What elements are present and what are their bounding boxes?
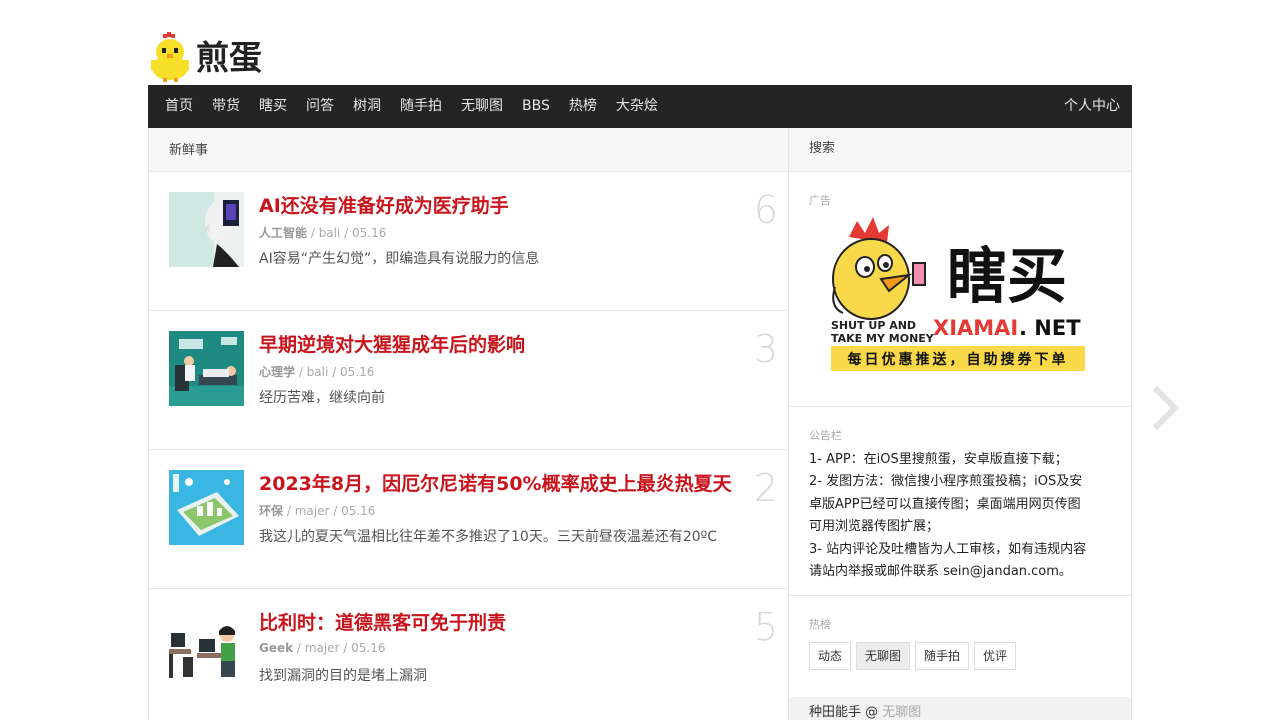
nav-item-treehole[interactable]: 树洞: [353, 85, 381, 128]
notice-line: 2- 发图方法：微信搜小程序煎蛋投稿；iOS及安: [809, 474, 1083, 490]
post-excerpt: 经历苦难，继续向前: [259, 390, 385, 406]
post-excerpt: AI容易“产生幻觉”，即编造具有说服力的信息: [259, 251, 540, 267]
chick-mascot-icon: [151, 32, 189, 82]
nav-item-snapshots[interactable]: 随手拍: [400, 85, 442, 128]
hot-widget: 热榜 动态 无聊图 随手拍 优评: [789, 596, 1131, 706]
post-author[interactable]: majer: [295, 504, 330, 518]
meta-sep: /: [329, 504, 342, 518]
post-meta: Geek / majer / 05.16: [259, 641, 386, 655]
ad-label: 广告: [809, 194, 831, 207]
post-tag[interactable]: 环保: [259, 504, 283, 518]
post-meta: 环保 / majer / 05.16: [259, 502, 375, 519]
post-item: 2023年8月，因厄尔尼诺有50%概率成史上最炎热夏天 环保 / majer /…: [149, 450, 788, 589]
ad-bubble-line2: TAKE MY MONEY: [831, 332, 935, 345]
post-thumbnail[interactable]: [169, 331, 244, 406]
hot-item-user: 种田能手: [809, 705, 862, 720]
ad-slogan: 每日优惠推送，自助搜券下单: [848, 351, 1069, 368]
sidebar: 搜索 广告 SHUT UP AND TAKE MY MONEY 瞎买 XIAMA…: [789, 128, 1132, 720]
hot-tab-top-comments[interactable]: 优评: [974, 642, 1017, 670]
hot-item-category[interactable]: 无聊图: [882, 705, 921, 720]
post-title[interactable]: 早期逆境对大猩猩成年后的影响: [259, 330, 525, 357]
post-date: 05.16: [352, 226, 387, 240]
post-author[interactable]: bali: [307, 365, 329, 379]
comment-count[interactable]: 3: [754, 327, 778, 371]
hot-list-item[interactable]: 种田能手 @ 无聊图: [789, 697, 1131, 720]
hot-tabs: 动态 无聊图 随手拍 优评: [809, 642, 1111, 670]
ad-domain: XIAMAI: [933, 316, 1018, 340]
nav-item-misc[interactable]: 大杂烩: [616, 85, 658, 128]
post-author[interactable]: majer: [305, 641, 340, 655]
nav-item-home[interactable]: 首页: [165, 85, 193, 128]
chevron-right-icon[interactable]: [1150, 385, 1180, 431]
post-date: 05.16: [351, 641, 386, 655]
main-column: 新鲜事 AI还没有准备好成为医疗助手 人工智能 / bali / 05.16 A…: [148, 128, 789, 720]
post-excerpt: 我这儿的夏天气温相比往年差不多推迟了10天。三天前昼夜温差还有20ºC: [259, 529, 717, 545]
post-thumbnail[interactable]: [169, 470, 244, 545]
notice-line: 卓版APP已经可以直接传图；桌面端用网页传图: [809, 496, 1081, 512]
notice-line: 3- 站内评论及吐槽皆为人工审核，如有违规内容: [809, 541, 1087, 557]
post-excerpt: 找到漏洞的目的是堵上漏洞: [259, 668, 427, 684]
main-nav: 首页 带货 瞎买 问答 树洞 随手拍 无聊图 BBS 热榜 大杂烩 个人中心: [148, 85, 1132, 128]
logo-text: 煎蛋: [196, 37, 262, 77]
notice-line: 可用浏览器传图扩展；: [809, 519, 940, 535]
nav-item-boring-pics[interactable]: 无聊图: [461, 85, 503, 128]
post-author[interactable]: bali: [319, 226, 341, 240]
post-meta: 心理学 / bali / 05.16: [259, 363, 374, 380]
hot-tab-boring-pics[interactable]: 无聊图: [856, 642, 911, 670]
nav-item-qa[interactable]: 问答: [306, 85, 334, 128]
nav-item-daihuo[interactable]: 带货: [212, 85, 240, 128]
notice-label: 公告栏: [809, 429, 842, 442]
search-widget-title[interactable]: 搜索: [789, 128, 1131, 172]
post-item: AI还没有准备好成为医疗助手 人工智能 / bali / 05.16 AI容易“…: [149, 172, 788, 311]
post-meta: 人工智能 / bali / 05.16: [259, 224, 386, 241]
xiamai-ad-banner[interactable]: SHUT UP AND TAKE MY MONEY 瞎买 XIAMAI . NE…: [829, 217, 1089, 377]
post-date: 05.16: [340, 365, 375, 379]
post-item: 比利时：道德黑客可免于刑责 Geek / majer / 05.16 找到漏洞的…: [149, 589, 788, 720]
nav-item-xiamai[interactable]: 瞎买: [259, 85, 287, 128]
comment-count[interactable]: 5: [754, 605, 778, 649]
post-date: 05.16: [341, 504, 376, 518]
ad-bubble-line1: SHUT UP AND: [831, 319, 916, 332]
meta-sep: /: [307, 226, 319, 240]
post-tag[interactable]: Geek: [259, 641, 293, 655]
nav-item-bbs[interactable]: BBS: [522, 85, 550, 128]
post-thumbnail[interactable]: [169, 609, 244, 684]
ad-brand: 瞎买: [947, 242, 1067, 312]
meta-sep: /: [339, 641, 352, 655]
ad-dot-net: . NET: [1019, 316, 1081, 340]
notice-line: 1- APP：在iOS里搜煎蛋，安卓版直接下载；: [809, 452, 1068, 467]
hot-label: 热榜: [809, 618, 831, 631]
post-tag[interactable]: 心理学: [259, 365, 295, 379]
meta-sep: /: [328, 365, 340, 379]
meta-sep: /: [283, 504, 295, 518]
notice-line: 请站内举报或邮件联系 sein@jandan.com。: [809, 564, 1072, 580]
ad-box: 广告 SHUT UP AND TAKE MY MONEY 瞎买 XIAMAI .…: [789, 172, 1131, 407]
comment-count[interactable]: 6: [754, 188, 778, 232]
comment-count[interactable]: 2: [754, 466, 778, 510]
site-logo[interactable]: 煎蛋: [148, 32, 262, 82]
notice-board: 公告栏 1- APP：在iOS里搜煎蛋，安卓版直接下载； 2- 发图方法：微信搜…: [789, 407, 1131, 596]
nav-item-hot[interactable]: 热榜: [569, 85, 597, 128]
post-title[interactable]: AI还没有准备好成为医疗助手: [259, 191, 509, 218]
post-thumbnail[interactable]: [169, 192, 244, 267]
meta-sep: /: [293, 641, 305, 655]
hot-tab-snapshots[interactable]: 随手拍: [915, 642, 970, 670]
page: 煎蛋 首页 带货 瞎买 问答 树洞 随手拍 无聊图 BBS 热榜 大杂烩 个人中…: [0, 0, 1280, 720]
post-tag[interactable]: 人工智能: [259, 226, 307, 240]
hot-item-at: @: [861, 705, 883, 720]
section-title: 新鲜事: [149, 128, 788, 172]
nav-user-center[interactable]: 个人中心: [1064, 85, 1120, 128]
meta-sep: /: [295, 365, 307, 379]
post-item: 早期逆境对大猩猩成年后的影响 心理学 / bali / 05.16 经历苦难，继…: [149, 311, 788, 450]
meta-sep: /: [340, 226, 352, 240]
post-title[interactable]: 比利时：道德黑客可免于刑责: [259, 608, 506, 635]
post-title[interactable]: 2023年8月，因厄尔尼诺有50%概率成史上最炎热夏天: [259, 469, 732, 496]
hot-tab-activity[interactable]: 动态: [809, 642, 852, 670]
